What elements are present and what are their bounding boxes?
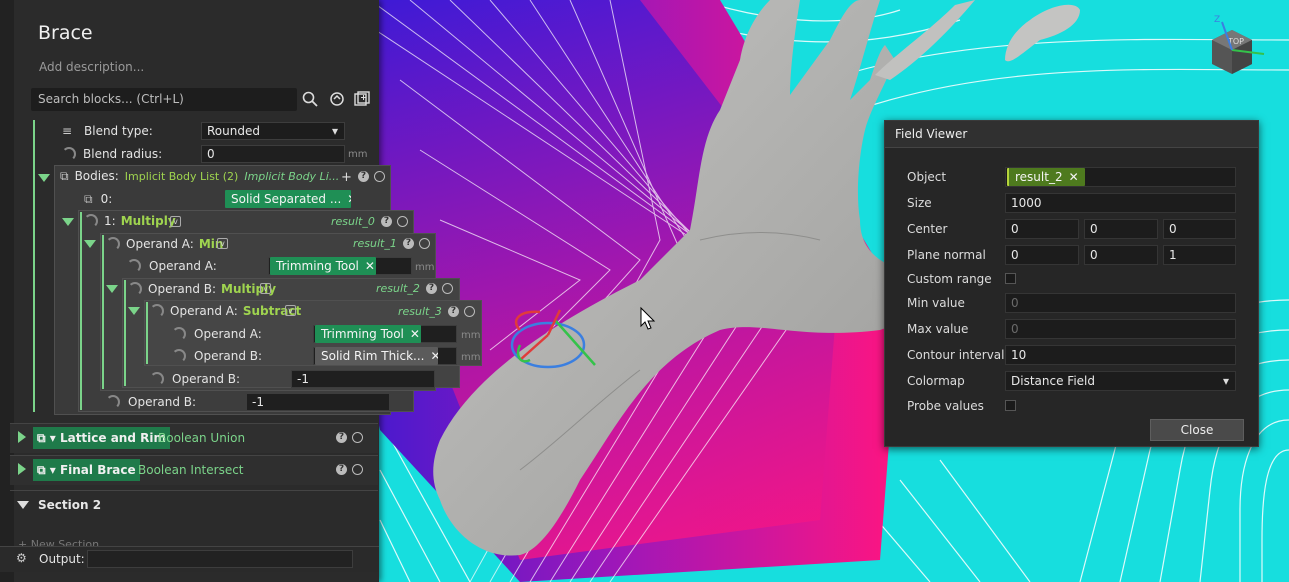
expand-triangle-icon[interactable] xyxy=(128,307,140,315)
chevron-down-icon[interactable]: v xyxy=(217,238,228,249)
probe-values-checkbox[interactable] xyxy=(1005,400,1016,411)
chevron-down-icon: ▾ xyxy=(331,124,338,138)
min-value-input[interactable]: 0 xyxy=(1005,293,1236,313)
body-chip-0[interactable]: Solid Separated ...✕ xyxy=(225,190,351,208)
blend-radius-row: Blend radius: xyxy=(62,143,162,165)
search-input[interactable]: Search blocks... (Ctrl+L) xyxy=(31,88,297,111)
custom-range-checkbox[interactable] xyxy=(1005,273,1016,284)
add-block-icon[interactable] xyxy=(352,89,372,109)
status-icon[interactable] xyxy=(352,432,363,443)
close-button[interactable]: Close xyxy=(1150,419,1244,441)
status-icon[interactable] xyxy=(419,238,430,249)
colormap-select[interactable]: Distance Field ▾ xyxy=(1005,371,1236,391)
chevron-down-icon[interactable]: v xyxy=(170,216,181,227)
panel-title: Brace xyxy=(38,22,93,44)
normal-z-input[interactable]: 1 xyxy=(1163,245,1236,265)
gear-icon[interactable]: ⚙ xyxy=(16,551,27,565)
block-editor-panel: Brace Add description... Search blocks..… xyxy=(0,0,482,582)
list-block-icon: ⧉ xyxy=(60,168,69,183)
help-icon[interactable]: ? xyxy=(426,283,437,294)
object-chip[interactable]: result_2 ✕ xyxy=(1007,168,1085,186)
center-y-input[interactable]: 0 xyxy=(1084,219,1158,239)
blend-type-row: ≡ Blend type: xyxy=(62,124,153,138)
max-value-input[interactable]: 0 xyxy=(1005,319,1236,339)
expand-triangle-icon[interactable] xyxy=(18,431,26,443)
help-icon[interactable]: ? xyxy=(403,238,414,249)
center-z-input[interactable]: 0 xyxy=(1163,219,1236,239)
normal-y-input[interactable]: 0 xyxy=(1084,245,1158,265)
description-field[interactable]: Add description... xyxy=(39,60,144,74)
operand-b-input[interactable]: -1 xyxy=(246,393,390,411)
trimming-tool-chip[interactable]: Trimming Tool ✕ xyxy=(315,325,421,343)
search-icon[interactable] xyxy=(300,89,320,109)
expand-triangle-icon[interactable] xyxy=(62,218,74,226)
field-viewer-dialog: Field Viewer Object result_2 ✕ Size 1000 … xyxy=(884,120,1259,447)
contour-interval-input[interactable]: 10 xyxy=(1005,345,1236,365)
help-icon[interactable]: ? xyxy=(381,216,392,227)
output-input[interactable] xyxy=(87,550,353,568)
status-icon[interactable] xyxy=(374,171,385,182)
blend-radius-input[interactable]: 0 xyxy=(201,145,345,163)
status-icon[interactable] xyxy=(442,283,453,294)
help-icon[interactable]: ? xyxy=(358,171,369,182)
operand-b-input[interactable]: -1 xyxy=(291,370,435,388)
expand-triangle-icon[interactable] xyxy=(38,174,50,182)
dialog-title: Field Viewer xyxy=(885,121,1258,148)
normal-x-input[interactable]: 0 xyxy=(1005,245,1079,265)
add-icon[interactable]: + xyxy=(341,170,352,185)
help-icon[interactable]: ? xyxy=(336,432,347,443)
help-icon[interactable]: ? xyxy=(336,464,347,475)
solid-rim-chip[interactable]: Solid Rim Thick... ✕ xyxy=(315,347,438,365)
expand-triangle-icon[interactable] xyxy=(106,285,118,293)
collapse-triangle-icon[interactable] xyxy=(17,501,29,509)
chevron-down-icon: ▾ xyxy=(1222,374,1229,388)
new-section-button[interactable]: + New Section xyxy=(18,538,99,546)
svg-text:Z: Z xyxy=(1214,15,1220,25)
list-icon: ≡ xyxy=(62,124,73,138)
field-icon xyxy=(62,147,76,161)
status-icon[interactable] xyxy=(352,464,363,475)
final-brace-tag[interactable]: ⧉ ▾ Final Brace xyxy=(33,459,140,481)
size-input[interactable]: 1000 xyxy=(1005,193,1236,213)
list-block-icon: ⧉ xyxy=(84,191,93,206)
status-icon[interactable] xyxy=(464,306,475,317)
status-icon[interactable] xyxy=(397,216,408,227)
lattice-rim-tag[interactable]: ⧉ ▾ Lattice and Rim xyxy=(33,427,170,449)
expand-triangle-icon[interactable] xyxy=(18,463,26,475)
chevron-down-icon[interactable]: v xyxy=(285,305,296,316)
center-x-input[interactable]: 0 xyxy=(1005,219,1079,239)
refresh-icon[interactable] xyxy=(327,89,347,109)
blend-type-select[interactable]: Rounded ▾ xyxy=(201,122,345,140)
help-icon[interactable]: ? xyxy=(448,306,459,317)
expand-triangle-icon[interactable] xyxy=(84,240,96,248)
chevron-down-icon[interactable]: v xyxy=(260,283,271,294)
trimming-tool-chip[interactable]: Trimming Tool ✕ xyxy=(270,257,376,275)
